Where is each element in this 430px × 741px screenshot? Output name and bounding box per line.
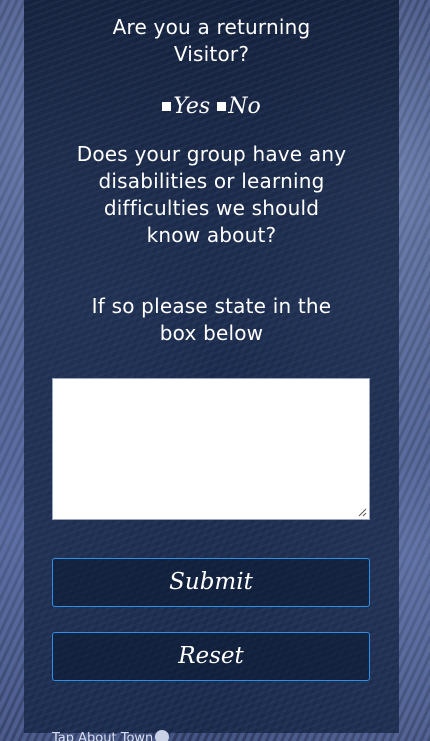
no-radio[interactable] <box>217 102 227 111</box>
returning-visitor-question: Are you a returning Visitor? <box>112 15 311 66</box>
chevron-down-icon <box>155 730 170 741</box>
disabilities-question: Does your group have any disabilities or… <box>76 142 347 247</box>
disabilities-textarea[interactable] <box>53 379 369 519</box>
footer-link-label: Tap About Town <box>52 731 154 741</box>
form-panel: Are you a returning Visitor? Yes No Does… <box>24 0 399 733</box>
disabilities-textarea-wrapper <box>52 378 370 520</box>
returning-visitor-options: Yes No <box>24 92 399 122</box>
submit-button[interactable]: Submit <box>52 558 370 607</box>
footer-link[interactable]: Tap About Town <box>52 730 170 741</box>
reset-button[interactable]: Reset <box>52 632 370 681</box>
state-instruction: If so please state in the box below <box>91 294 332 345</box>
no-label[interactable]: No <box>228 94 261 119</box>
yes-label[interactable]: Yes <box>173 94 210 119</box>
resize-grip-icon[interactable] <box>357 507 367 517</box>
yes-radio[interactable] <box>162 102 172 111</box>
